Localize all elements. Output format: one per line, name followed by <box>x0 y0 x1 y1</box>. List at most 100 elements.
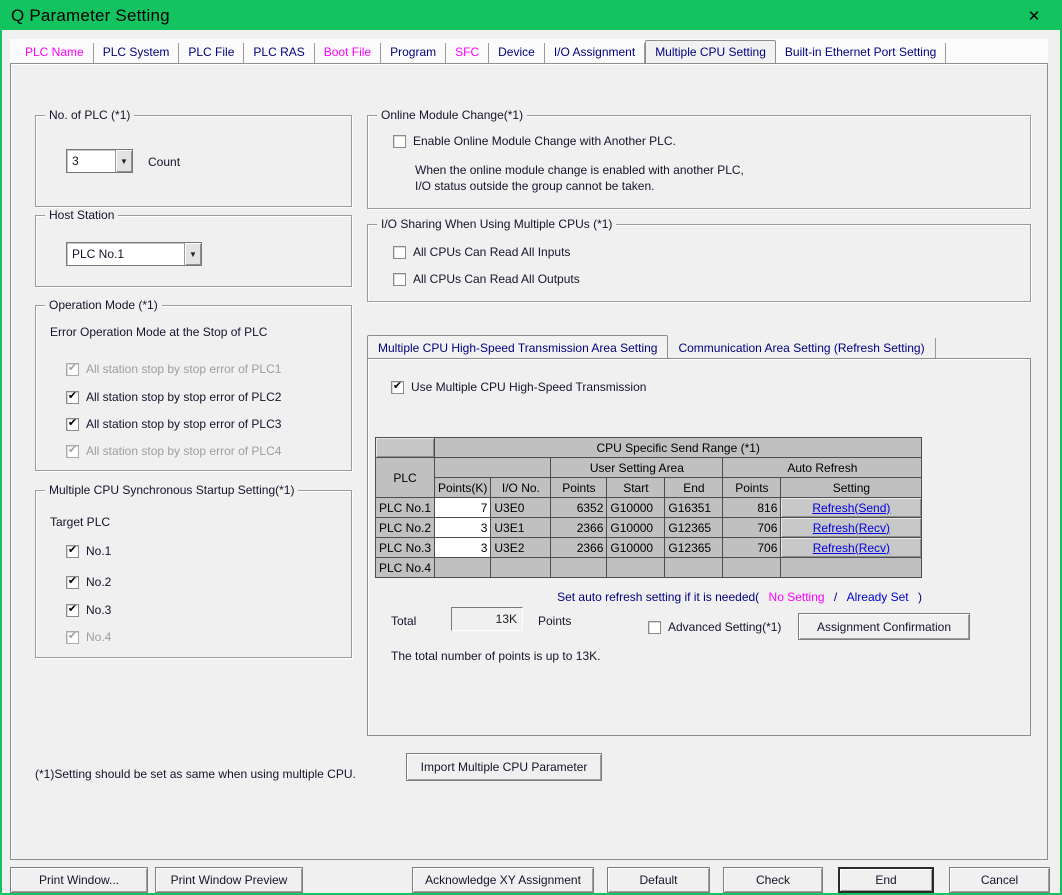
q-parameter-setting-dialog: Q Parameter Setting ✕ PLC Name PLC Syste… <box>0 0 1062 895</box>
checkbox-box[interactable] <box>66 545 79 558</box>
checkbox-box[interactable] <box>66 391 79 404</box>
checkbox-read-all-inputs[interactable]: All CPUs Can Read All Inputs <box>393 245 570 259</box>
import-multiple-cpu-parameter-button[interactable]: Import Multiple CPU Parameter <box>406 753 602 781</box>
checkbox-enable-online-module-change[interactable]: Enable Online Module Change with Another… <box>393 134 676 148</box>
error-operation-mode-label: Error Operation Mode at the Stop of PLC <box>50 325 267 339</box>
start-cell <box>607 558 665 578</box>
points-k-input[interactable]: 3 <box>435 538 491 558</box>
tab-communication-area-setting[interactable]: Communication Area Setting (Refresh Sett… <box>668 338 935 359</box>
auto-points-cell <box>723 558 781 578</box>
col-header-io-no: I/O No. <box>491 478 551 498</box>
note-separator: / <box>834 590 837 604</box>
tab-io-assignment[interactable]: I/O Assignment <box>545 43 645 63</box>
checkbox-box[interactable] <box>66 418 79 431</box>
io-sharing-group-title: I/O Sharing When Using Multiple CPUs (*1… <box>377 217 616 231</box>
tab-boot-file[interactable]: Boot File <box>315 43 381 63</box>
checkbox-box[interactable] <box>648 621 661 634</box>
checkbox-label: No.2 <box>86 575 111 589</box>
check-button[interactable]: Check <box>723 867 823 893</box>
refresh-recv-button[interactable]: Refresh(Recv) <box>781 518 922 538</box>
checkbox-box[interactable] <box>393 273 406 286</box>
checkbox-box[interactable] <box>66 604 79 617</box>
start-cell: G10000 <box>607 518 665 538</box>
online-module-note-line2: I/O status outside the group cannot be t… <box>415 179 655 193</box>
checkbox-target-plc-no3[interactable]: No.3 <box>66 603 111 617</box>
points-k-input[interactable]: 7 <box>435 498 491 518</box>
checkbox-box[interactable] <box>391 381 404 394</box>
checkbox-target-plc-no1[interactable]: No.1 <box>66 544 111 558</box>
area-setting-tab-strip: Multiple CPU High-Speed Transmission Are… <box>367 335 936 359</box>
host-station-combobox[interactable]: PLC No.1 ▼ <box>66 242 202 266</box>
tab-built-in-ethernet[interactable]: Built-in Ethernet Port Setting <box>776 43 946 63</box>
checkbox-read-all-outputs[interactable]: All CPUs Can Read All Outputs <box>393 272 580 286</box>
checkbox-box[interactable] <box>66 363 79 376</box>
checkbox-box[interactable] <box>66 631 79 644</box>
tab-sfc[interactable]: SFC <box>446 43 489 63</box>
close-icon[interactable]: ✕ <box>1022 5 1046 27</box>
checkbox-stop-error-plc2[interactable]: All station stop by stop error of PLC2 <box>66 390 281 404</box>
host-station-group: Host Station PLC No.1 ▼ <box>35 215 352 287</box>
tab-plc-ras[interactable]: PLC RAS <box>244 43 314 63</box>
col-header-points-k: Points(K) <box>435 478 491 498</box>
checkbox-advanced-setting[interactable]: Advanced Setting(*1) <box>648 620 781 634</box>
refresh-link-label[interactable]: Refresh(Send) <box>812 501 890 515</box>
tab-multiple-cpu-setting[interactable]: Multiple CPU Setting <box>645 40 776 64</box>
total-points-value: 13K <box>496 612 517 626</box>
checkbox-label: No.1 <box>86 544 111 558</box>
host-station-dropdown-button[interactable]: ▼ <box>184 243 201 265</box>
points-k-cell <box>435 558 491 578</box>
checkbox-label: No.3 <box>86 603 111 617</box>
points-k-input[interactable]: 3 <box>435 518 491 538</box>
io-no-cell: U3E0 <box>491 498 551 518</box>
default-button[interactable]: Default <box>607 867 710 893</box>
checkbox-box[interactable] <box>393 135 406 148</box>
checkbox-target-plc-no2[interactable]: No.2 <box>66 575 111 589</box>
tab-plc-file[interactable]: PLC File <box>179 43 244 63</box>
auto-points-cell: 706 <box>723 518 781 538</box>
tab-device[interactable]: Device <box>489 43 545 63</box>
points-cell: 6352 <box>551 498 607 518</box>
checkbox-box[interactable] <box>66 445 79 458</box>
checkbox-stop-error-plc3[interactable]: All station stop by stop error of PLC3 <box>66 417 281 431</box>
refresh-link-label[interactable]: Refresh(Recv) <box>813 521 890 535</box>
no-of-plc-dropdown-button[interactable]: ▼ <box>115 150 132 172</box>
checkbox-stop-error-plc4[interactable]: All station stop by stop error of PLC4 <box>66 444 281 458</box>
checkbox-label: Enable Online Module Change with Another… <box>413 134 676 148</box>
row-label: PLC No.2 <box>376 518 435 538</box>
print-window-button[interactable]: Print Window... <box>10 867 148 893</box>
refresh-recv-button[interactable]: Refresh(Recv) <box>781 538 922 558</box>
high-speed-transmission-panel: Use Multiple CPU High-Speed Transmission… <box>367 358 1031 736</box>
print-window-preview-button[interactable]: Print Window Preview <box>155 867 303 893</box>
col-header-start: Start <box>607 478 665 498</box>
end-cell: G12365 <box>665 538 723 558</box>
count-label: Count <box>148 155 180 169</box>
operation-mode-group-title: Operation Mode (*1) <box>45 298 162 312</box>
tab-program[interactable]: Program <box>381 43 446 63</box>
row-label: PLC No.1 <box>376 498 435 518</box>
points-label: Points <box>538 614 571 628</box>
tab-plc-name[interactable]: PLC Name <box>16 43 94 63</box>
spacer-cell <box>435 458 551 478</box>
tab-high-speed-transmission-area[interactable]: Multiple CPU High-Speed Transmission Are… <box>367 335 668 359</box>
auto-points-cell: 706 <box>723 538 781 558</box>
checkbox-label: Use Multiple CPU High-Speed Transmission <box>411 380 646 394</box>
checkbox-box[interactable] <box>66 576 79 589</box>
cancel-button[interactable]: Cancel <box>949 867 1050 893</box>
checkbox-target-plc-no4[interactable]: No.4 <box>66 630 111 644</box>
assignment-confirmation-button[interactable]: Assignment Confirmation <box>798 613 970 640</box>
no-of-plc-combobox[interactable]: 3 ▼ <box>66 149 133 173</box>
acknowledge-xy-assignment-button[interactable]: Acknowledge XY Assignment <box>412 867 594 893</box>
refresh-send-button[interactable]: Refresh(Send) <box>781 498 922 518</box>
io-no-cell: U3E2 <box>491 538 551 558</box>
checkbox-box[interactable] <box>393 246 406 259</box>
end-cell: G16351 <box>665 498 723 518</box>
col-header-end: End <box>665 478 723 498</box>
checkbox-stop-error-plc1[interactable]: All station stop by stop error of PLC1 <box>66 362 281 376</box>
points-cell: 2366 <box>551 538 607 558</box>
sync-startup-group-title: Multiple CPU Synchronous Startup Setting… <box>45 483 298 497</box>
tab-plc-system[interactable]: PLC System <box>94 43 180 63</box>
refresh-link-label[interactable]: Refresh(Recv) <box>813 541 890 555</box>
col-header-auto-points: Points <box>723 478 781 498</box>
end-button[interactable]: End <box>838 867 934 893</box>
checkbox-use-high-speed-transmission[interactable]: Use Multiple CPU High-Speed Transmission <box>391 380 646 394</box>
